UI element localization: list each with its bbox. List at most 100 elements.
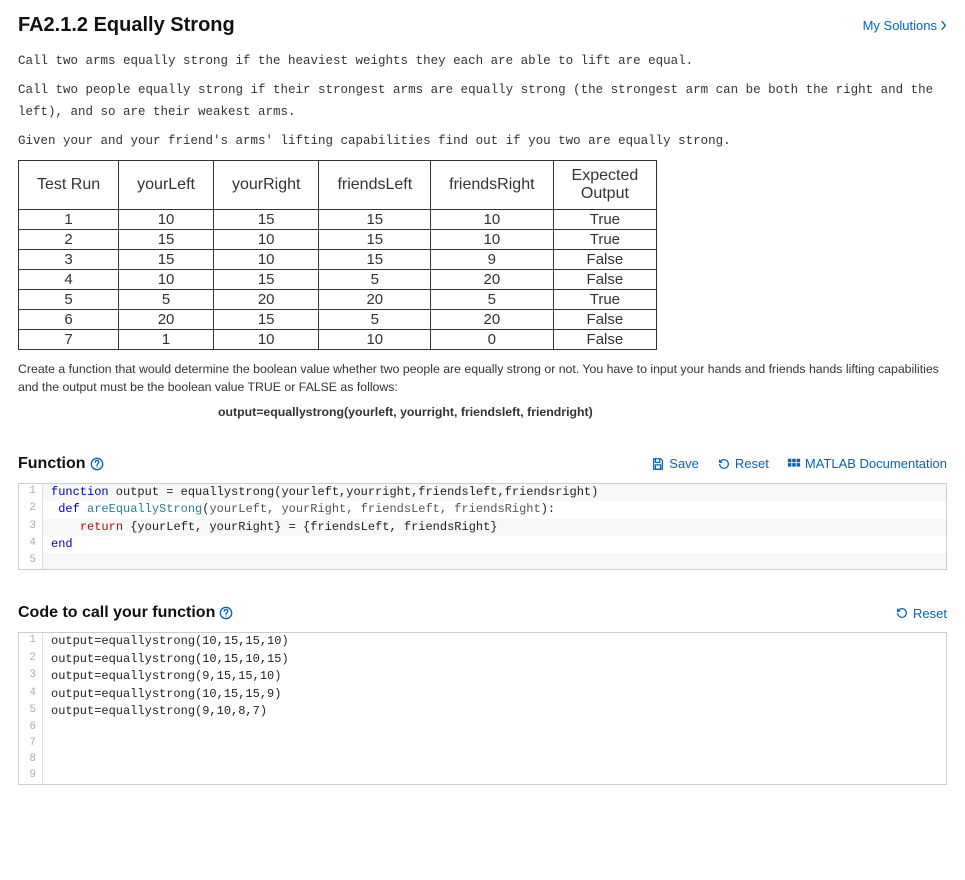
my-solutions-link[interactable]: My Solutions bbox=[863, 18, 947, 33]
table-cell: 5 bbox=[431, 290, 553, 310]
table-cell: True bbox=[553, 290, 657, 310]
line-number: 8 bbox=[19, 752, 43, 768]
code-content[interactable]: output=equallystrong(9,10,8,7) bbox=[43, 703, 946, 720]
line-number: 9 bbox=[19, 768, 43, 784]
table-cell: 15 bbox=[213, 310, 318, 330]
chevron-right-icon bbox=[940, 20, 947, 31]
table-cell: 10 bbox=[213, 330, 318, 350]
docs-label: MATLAB Documentation bbox=[805, 456, 947, 471]
code-content[interactable] bbox=[43, 553, 946, 569]
table-cell: 20 bbox=[119, 310, 214, 330]
desc-paragraph-2: Call two people equally strong if their … bbox=[18, 80, 947, 123]
call-reset-label: Reset bbox=[913, 606, 947, 621]
code-content[interactable] bbox=[43, 736, 946, 752]
code-line[interactable]: 6 bbox=[19, 720, 946, 736]
table-cell: 10 bbox=[431, 230, 553, 250]
table-cell: True bbox=[553, 210, 657, 230]
desc-paragraph-3: Given your and your friend's arms' lifti… bbox=[18, 131, 947, 152]
my-solutions-label: My Solutions bbox=[863, 18, 937, 33]
table-cell: 2 bbox=[19, 230, 119, 250]
call-reset-button[interactable]: Reset bbox=[895, 606, 947, 621]
table-row: 41015520False bbox=[19, 270, 657, 290]
line-number: 4 bbox=[19, 686, 43, 703]
docs-icon bbox=[787, 457, 801, 471]
table-cell: 15 bbox=[119, 250, 214, 270]
table-cell: 5 bbox=[119, 290, 214, 310]
table-cell: 5 bbox=[319, 310, 431, 330]
table-cell: 1 bbox=[119, 330, 214, 350]
table-cell: 7 bbox=[19, 330, 119, 350]
code-content[interactable]: output=equallystrong(10,15,15,9) bbox=[43, 686, 946, 703]
table-cell: False bbox=[553, 330, 657, 350]
table-row: 31510159False bbox=[19, 250, 657, 270]
code-content[interactable]: function output = equallystrong(yourleft… bbox=[43, 484, 946, 501]
table-row: 110151510True bbox=[19, 210, 657, 230]
code-line[interactable]: 7 bbox=[19, 736, 946, 752]
code-line[interactable]: 5 bbox=[19, 553, 946, 569]
table-cell: 15 bbox=[213, 210, 318, 230]
code-line[interactable]: 1function output = equallystrong(yourlef… bbox=[19, 484, 946, 501]
code-content[interactable]: return {yourLeft, yourRight} = {friendsL… bbox=[43, 519, 946, 536]
help-icon[interactable] bbox=[219, 606, 233, 620]
table-cell: 15 bbox=[319, 230, 431, 250]
line-number: 3 bbox=[19, 668, 43, 685]
matlab-docs-link[interactable]: MATLAB Documentation bbox=[787, 456, 947, 471]
reset-icon bbox=[895, 606, 909, 620]
call-section-label: Code to call your function bbox=[18, 604, 215, 622]
code-line[interactable]: 4end bbox=[19, 536, 946, 553]
save-label: Save bbox=[669, 456, 699, 471]
save-icon bbox=[651, 457, 665, 471]
table-cell: 10 bbox=[213, 230, 318, 250]
code-line[interactable]: 3output=equallystrong(9,15,15,10) bbox=[19, 668, 946, 685]
table-cell: 10 bbox=[213, 250, 318, 270]
table-cell: False bbox=[553, 310, 657, 330]
table-row: 7110100False bbox=[19, 330, 657, 350]
code-line[interactable]: 2output=equallystrong(10,15,10,15) bbox=[19, 651, 946, 668]
code-content[interactable] bbox=[43, 768, 946, 784]
code-line[interactable]: 5output=equallystrong(9,10,8,7) bbox=[19, 703, 946, 720]
table-header: yourLeft bbox=[119, 161, 214, 210]
table-cell: 20 bbox=[431, 270, 553, 290]
code-content[interactable]: end bbox=[43, 536, 946, 553]
code-line[interactable]: 3 return {yourLeft, yourRight} = {friend… bbox=[19, 519, 946, 536]
code-content[interactable]: output=equallystrong(9,15,15,10) bbox=[43, 668, 946, 685]
table-cell: 1 bbox=[19, 210, 119, 230]
table-cell: 10 bbox=[319, 330, 431, 350]
test-cases-table: Test RunyourLeftyourRightfriendsLeftfrie… bbox=[18, 160, 657, 350]
page-title: FA2.1.2 Equally Strong bbox=[18, 14, 235, 37]
table-cell: 6 bbox=[19, 310, 119, 330]
line-number: 4 bbox=[19, 536, 43, 553]
table-cell: 5 bbox=[319, 270, 431, 290]
table-cell: 10 bbox=[119, 270, 214, 290]
code-content[interactable] bbox=[43, 720, 946, 736]
table-cell: 15 bbox=[319, 250, 431, 270]
table-cell: 10 bbox=[119, 210, 214, 230]
line-number: 7 bbox=[19, 736, 43, 752]
code-line[interactable]: 9 bbox=[19, 768, 946, 784]
save-button[interactable]: Save bbox=[651, 456, 699, 471]
table-cell: False bbox=[553, 250, 657, 270]
reset-button[interactable]: Reset bbox=[717, 456, 769, 471]
code-content[interactable]: output=equallystrong(10,15,15,10) bbox=[43, 633, 946, 650]
table-cell: 15 bbox=[119, 230, 214, 250]
line-number: 6 bbox=[19, 720, 43, 736]
table-cell: 10 bbox=[431, 210, 553, 230]
code-content[interactable] bbox=[43, 752, 946, 768]
call-editor[interactable]: 1output=equallystrong(10,15,15,10)2outpu… bbox=[18, 632, 947, 785]
table-cell: 20 bbox=[319, 290, 431, 310]
help-icon[interactable] bbox=[90, 457, 104, 471]
line-number: 1 bbox=[19, 633, 43, 650]
code-line[interactable]: 4output=equallystrong(10,15,15,9) bbox=[19, 686, 946, 703]
line-number: 1 bbox=[19, 484, 43, 501]
code-line[interactable]: 8 bbox=[19, 752, 946, 768]
table-row: 5520205True bbox=[19, 290, 657, 310]
code-line[interactable]: 1output=equallystrong(10,15,15,10) bbox=[19, 633, 946, 650]
reset-label: Reset bbox=[735, 456, 769, 471]
table-cell: 3 bbox=[19, 250, 119, 270]
table-cell: 9 bbox=[431, 250, 553, 270]
function-editor[interactable]: 1function output = equallystrong(yourlef… bbox=[18, 483, 947, 571]
code-content[interactable]: def areEquallyStrong(yourLeft, yourRight… bbox=[43, 501, 946, 518]
code-content[interactable]: output=equallystrong(10,15,10,15) bbox=[43, 651, 946, 668]
line-number: 5 bbox=[19, 703, 43, 720]
code-line[interactable]: 2 def areEquallyStrong(yourLeft, yourRig… bbox=[19, 501, 946, 518]
